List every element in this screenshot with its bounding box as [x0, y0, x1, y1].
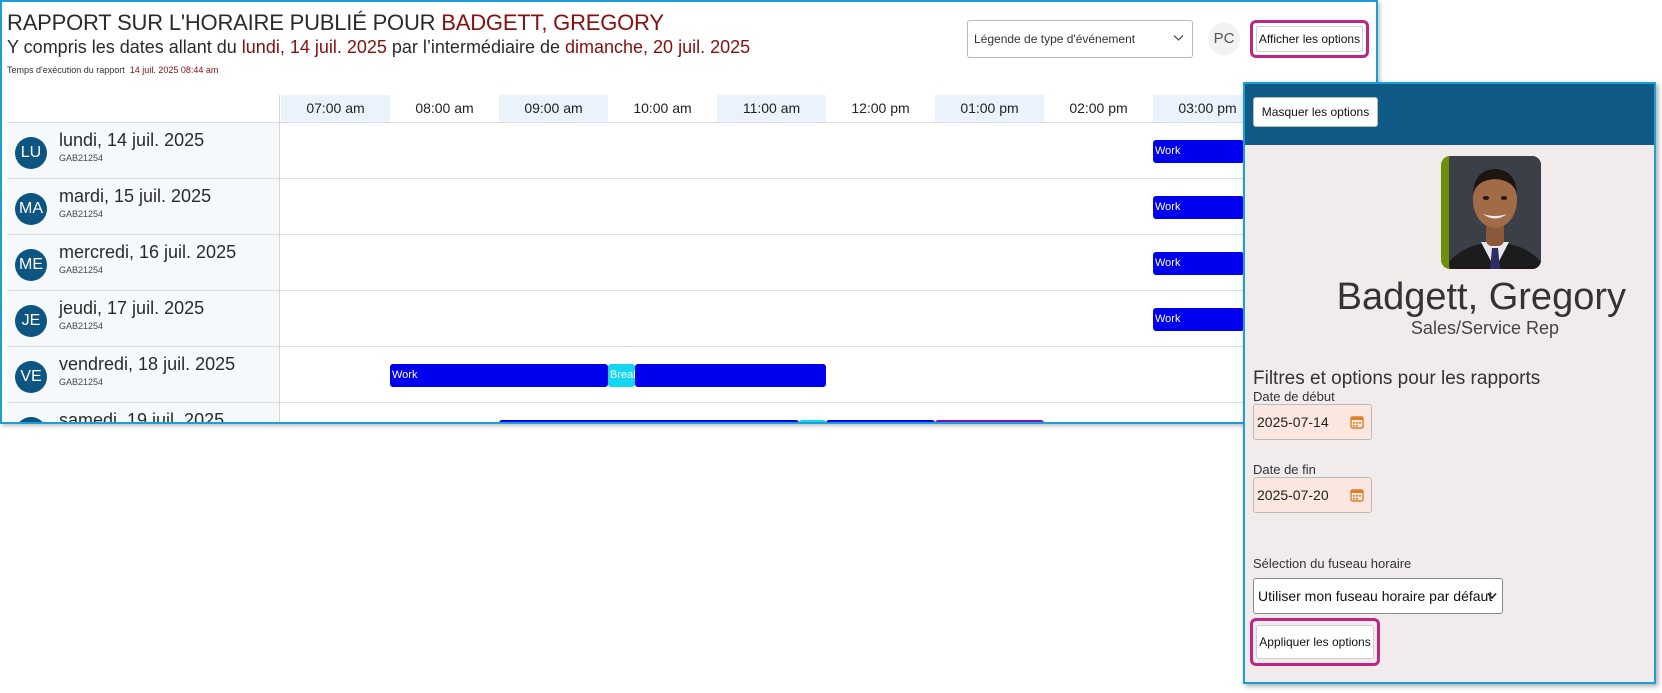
day-name: samedi, 19 juil. 2025 [59, 410, 225, 424]
schedule-event-bar[interactable]: Break [608, 364, 636, 387]
day-avatar: MA [15, 193, 47, 225]
report-employee-name: BADGETT, GREGORY [441, 10, 664, 35]
schedule-event-bar[interactable]: Work [1153, 252, 1244, 275]
timezone-select-value: Utiliser mon fuseau horaire par défaut [1258, 588, 1493, 604]
date-range-end: dimanche, 20 juil. 2025 [565, 37, 751, 57]
show-options-button[interactable]: Afficher les options [1250, 20, 1369, 58]
start-date-value: 2025-07-14 [1257, 414, 1329, 430]
schedule-event-bar[interactable]: Work [1153, 140, 1244, 163]
schedule-day-row: VE vendredi, 18 juil. 2025 GAB21254 Work Bre… [7, 347, 1376, 403]
schedule-day-row: LU lundi, 14 juil. 2025 GAB21254 Work [7, 123, 1376, 179]
day-avatar: ME [15, 249, 47, 281]
end-date-field[interactable]: 2025-07-20 [1253, 477, 1372, 513]
day-avatar: LU [15, 137, 47, 169]
day-label-cell: SAsamedi, 19 juil. 2025GAB21254 [7, 403, 279, 424]
user-initials-avatar[interactable]: PC [1208, 23, 1240, 55]
event-type-legend-select[interactable]: Légende de type d'événement [967, 20, 1193, 58]
schedule-day-row: JE jeudi, 17 juil. 2025 GAB21254 Work [7, 291, 1376, 347]
schedule-event-bar[interactable] [935, 420, 1044, 422]
schedule-report-window: RAPPORT SUR L'HORAIRE PUBLIÉ POUR BADGET… [0, 0, 1378, 424]
day-schedule-code: GAB21254 [59, 209, 104, 219]
report-options-panel: Masquer les options Badgett, Gregory Sal… [1243, 82, 1656, 684]
report-title: RAPPORT SUR L'HORAIRE PUBLIÉ POUR BADGET… [7, 10, 664, 36]
schedule-event-bar[interactable]: Work [1153, 196, 1244, 219]
report-date-range: Y compris les dates allant du lundi, 14 … [7, 37, 750, 58]
day-label-cell: ME mercredi, 16 juil. 2025 GAB21254 [7, 235, 279, 290]
day-label-cell: MA mardi, 15 juil. 2025 GAB21254 [7, 179, 279, 234]
schedule-event-bar[interactable] [499, 420, 799, 422]
employee-name: Badgett, Gregory [1336, 276, 1626, 318]
start-date-field[interactable]: 2025-07-14 [1253, 404, 1372, 440]
day-name: vendredi, 18 juil. 2025 [59, 354, 236, 374]
time-slot-label: 01:00 pm [935, 95, 1044, 122]
date-range-start: lundi, 14 juil. 2025 [241, 37, 387, 57]
schedule-day-row: SAsamedi, 19 juil. 2025GAB21254 [7, 403, 1376, 424]
chevron-down-icon [1487, 592, 1497, 600]
apply-options-button[interactable]: Appliquer les options [1250, 618, 1380, 666]
calendar-icon[interactable] [1350, 488, 1364, 502]
day-label-cell: JE jeudi, 17 juil. 2025 GAB21254 [7, 291, 279, 346]
day-schedule-code: GAB21254 [59, 321, 104, 331]
report-run-time: Temps d'exécution du rapport 14 juil. 202… [7, 65, 218, 75]
day-name: mardi, 15 juil. 2025 [59, 186, 212, 206]
time-slot-label: 09:00 am [499, 95, 608, 122]
day-name: lundi, 14 juil. 2025 [59, 130, 205, 150]
timezone-label: Sélection du fuseau horaire [1253, 556, 1412, 571]
day-schedule-code: GAB21254 [59, 377, 104, 387]
report-title-prefix: RAPPORT SUR L'HORAIRE PUBLIÉ POUR [7, 10, 442, 35]
time-slot-label: 11:00 am [717, 95, 826, 122]
schedule-day-row: MA mardi, 15 juil. 2025 GAB21254 Work [7, 179, 1376, 235]
end-date-value: 2025-07-20 [1257, 487, 1329, 503]
day-schedule-code: GAB21254 [59, 153, 104, 163]
timezone-select[interactable]: Utiliser mon fuseau horaire par défaut [1253, 578, 1503, 614]
day-label-cell: VE vendredi, 18 juil. 2025 GAB21254 [7, 347, 279, 402]
apply-options-label: Appliquer les options [1256, 625, 1374, 659]
schedule-event-bar[interactable]: Work [390, 364, 608, 387]
calendar-icon[interactable] [1350, 415, 1364, 429]
show-options-label: Afficher les options [1256, 26, 1363, 52]
day-label-cell: LU lundi, 14 juil. 2025 GAB21254 [7, 123, 279, 178]
time-slot-label: 02:00 pm [1069, 100, 1128, 116]
legend-select-label: Légende de type d'événement [974, 32, 1136, 46]
day-name: mercredi, 16 juil. 2025 [59, 242, 237, 262]
run-time-label: Temps d'exécution du rapport [7, 65, 125, 75]
time-slot-label: 08:00 am [415, 100, 474, 116]
schedule-day-row: ME mercredi, 16 juil. 2025 GAB21254 Work [7, 235, 1376, 291]
start-date-label: Date de début [1253, 389, 1335, 404]
hide-options-button[interactable]: Masquer les options [1253, 97, 1378, 127]
employee-photo [1441, 156, 1541, 269]
day-avatar: VE [15, 361, 47, 393]
time-slot-label: 12:00 pm [851, 100, 910, 116]
time-slot-label: 10:00 am [633, 100, 692, 116]
date-range-mid: par l’intermédiaire de [386, 37, 565, 57]
schedule-event-bar[interactable] [635, 364, 826, 387]
date-range-prefix: Y compris les dates allant du [7, 37, 242, 57]
options-panel-header: Masquer les options [1245, 84, 1654, 145]
schedule-event-bar[interactable] [826, 420, 935, 422]
day-avatar: JE [15, 305, 47, 337]
schedule-event-bar[interactable]: Work [1153, 308, 1244, 331]
day-avatar: SA [15, 417, 47, 422]
grid-divider [279, 95, 280, 422]
filters-section-title: Filtres et options pour les rapports [1253, 368, 1541, 389]
chevron-down-icon [1173, 35, 1184, 41]
end-date-label: Date de fin [1253, 462, 1316, 477]
employee-role: Sales/Service Rep [1410, 318, 1559, 338]
day-name: jeudi, 17 juil. 2025 [59, 298, 205, 318]
run-time-value: 14 juil. 2025 08:44 am [129, 65, 219, 75]
time-slot-label: 07:00 am [281, 95, 390, 122]
day-schedule-code: GAB21254 [59, 265, 104, 275]
schedule-event-bar[interactable] [798, 420, 826, 422]
